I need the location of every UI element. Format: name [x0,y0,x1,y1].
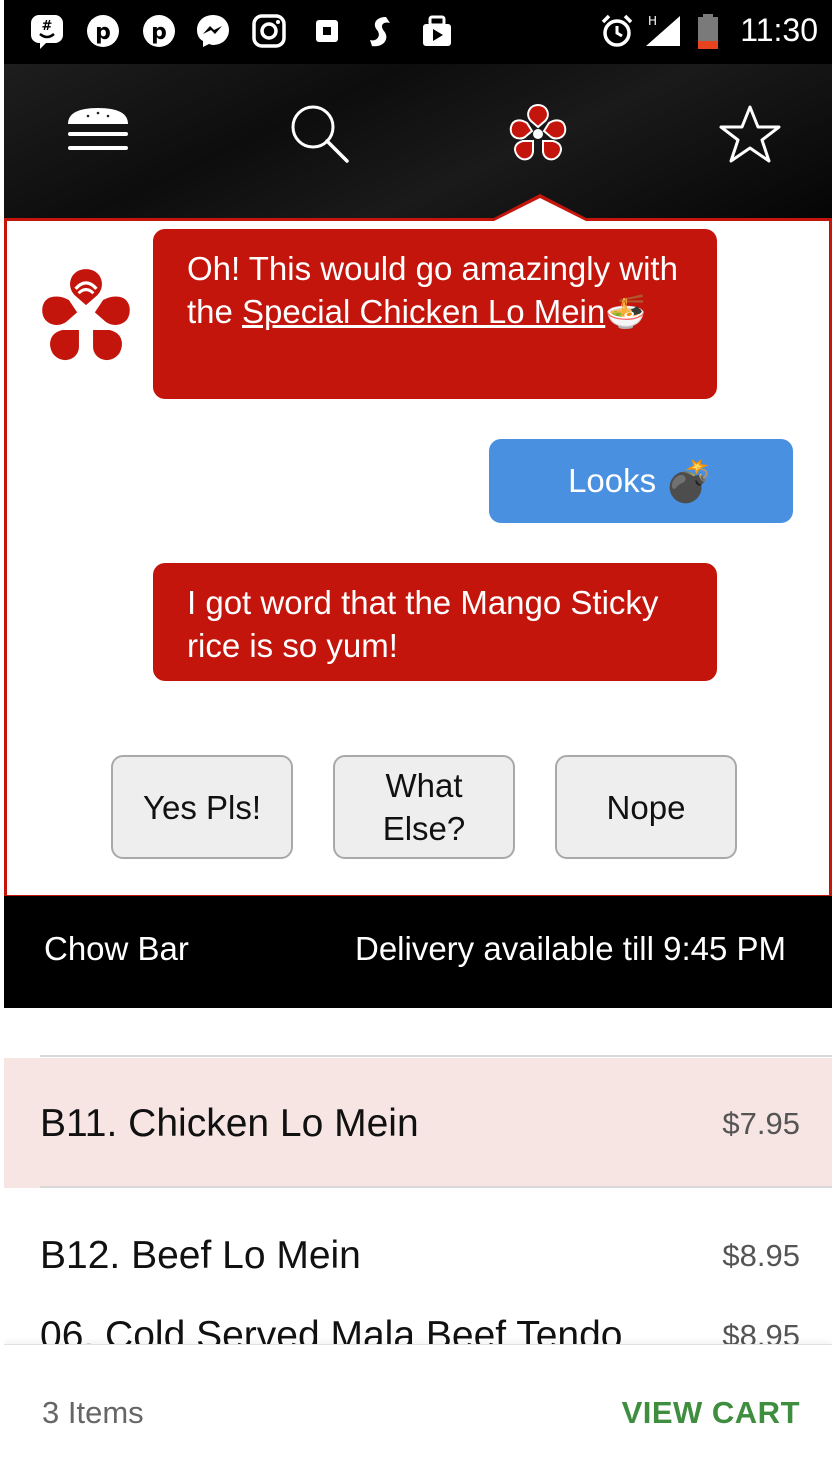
menu-burger-icon [68,108,128,150]
user-message-text: Looks [568,462,657,499]
video-app-icon [423,15,451,46]
reply-yes-button[interactable]: Yes Pls! [111,755,293,859]
chowbot-button[interactable] [498,94,578,174]
messenger-icon [197,15,229,47]
menu-item-price-3: $8.95 [722,1318,800,1344]
svg-text:p: p [95,20,111,45]
search-button[interactable] [280,94,360,174]
signal-icon: H [646,14,680,46]
menu-item-chicken-lo-mein[interactable]: B11. Chicken Lo Mein $7.95 [4,1058,832,1188]
bomb-emoji-icon: 💣 [664,459,714,504]
delivery-hours: Delivery available till 9:45 PM [354,930,786,967]
user-message-bubble: Looks 💣 [489,439,793,523]
pinterest-icon: p [87,15,119,47]
chat-panel: Oh! This would go amazingly with the Spe… [4,218,832,898]
reply-what-else-button[interactable]: What Else? [333,755,515,859]
panel-pointer-inner [492,198,588,222]
top-navigation [4,64,832,220]
star-icon [719,105,781,163]
menu-item-name: B11. Chicken Lo Mein [40,1102,419,1145]
list-divider [40,1055,832,1057]
noodle-emoji-icon: 🍜 [605,293,647,330]
bot-message-bubble: Oh! This would go amazingly with the Spe… [153,229,717,399]
square-app-icon [316,20,338,42]
menu-item-beef-lo-mein[interactable]: B12. Beef Lo Mein $8.95 [4,1188,832,1318]
menu-item-mala-beef[interactable]: 06. Cold Served Mala Beef Tendo $8.95 [4,1300,832,1344]
instagram-icon [252,14,286,48]
search-icon [291,105,349,163]
menu-item-price: $7.95 [722,1106,800,1141]
chowbot-avatar-icon [40,266,132,363]
shazam-icon [370,17,390,47]
groupme-icon: # [31,15,63,49]
dish-suggestion-link[interactable]: Special Chicken Lo Mein [242,293,605,330]
svg-text:#: # [42,19,53,34]
cart-item-count: 3 Items [42,1395,144,1430]
status-bar: # p p H 11:30 [4,0,832,64]
network-type-label: H [648,14,657,28]
menu-button[interactable] [58,94,138,174]
app-frame: # p p H 11:30 Oh! This would go amazingl… [4,0,832,1480]
menu-item-name-3: 06. Cold Served Mala Beef Tendo [40,1314,623,1344]
favorites-button[interactable] [710,94,790,174]
restaurant-header: Chow Bar Delivery available till 9:45 PM [4,896,832,1008]
battery-icon [698,14,718,49]
bot-message-bubble-2: I got word that the Mango Sticky rice is… [153,563,717,681]
chowbot-logo-icon [509,103,567,161]
svg-text:p: p [151,20,167,45]
view-cart-button[interactable]: VIEW CART [622,1395,800,1431]
menu-item-price-2: $8.95 [722,1238,800,1273]
alarm-icon [601,14,633,47]
restaurant-name: Chow Bar [44,930,189,967]
menu-item-name-2: B12. Beef Lo Mein [40,1234,361,1277]
pinterest-icon-2: p [143,15,175,47]
bot-message-text-2: I got word that the Mango Sticky rice is… [187,584,659,664]
reply-nope-button[interactable]: Nope [555,755,737,859]
clock: 11:30 [740,12,818,48]
cart-bar: 3 Items VIEW CART [4,1344,832,1480]
